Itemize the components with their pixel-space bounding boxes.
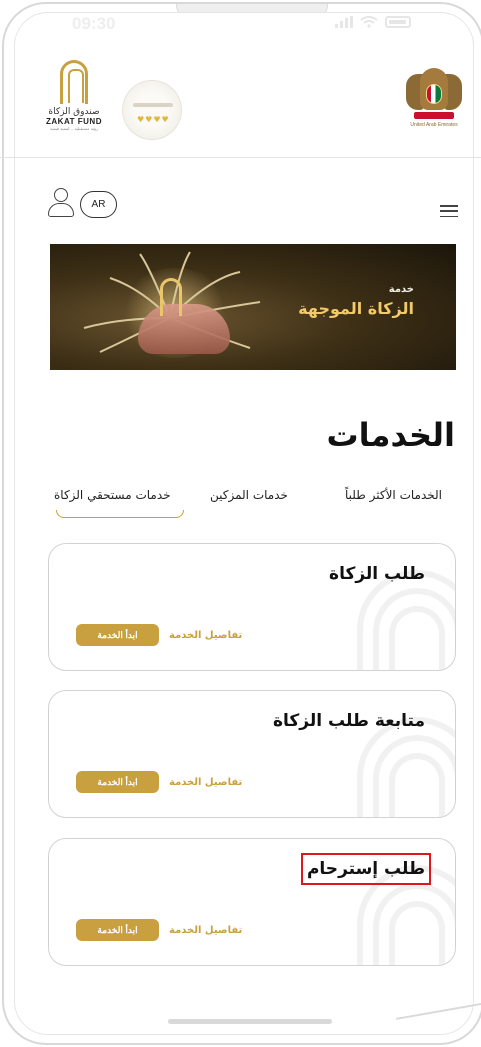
zakat-arch-icon — [60, 60, 88, 104]
banner-title: الزكاة الموجهة — [298, 299, 414, 318]
seal-hearts-icon: ♥♥♥♥ — [137, 115, 170, 124]
battery-icon — [385, 16, 411, 28]
start-service-button[interactable]: ابدأ الخدمة — [76, 624, 159, 646]
service-tabs: الخدمات الأكثر طلباً خدمات المزكين خدمات… — [40, 484, 460, 524]
uae-emblem-logo[interactable]: United Arab Emirates — [402, 60, 466, 144]
service-card-appeal-request[interactable]: طلب إسترحام تفاصيل الخدمة ابدأ الخدمة — [48, 838, 456, 966]
tab-payers-services[interactable]: خدمات المزكين — [210, 488, 288, 502]
start-service-button[interactable]: ابدأ الخدمة — [76, 771, 159, 793]
promo-banner[interactable]: خدمة الزكاة الموجهة — [50, 244, 456, 370]
language-toggle-button[interactable]: AR — [80, 191, 117, 218]
zakat-fund-logo[interactable]: صندوق الزكاة ZAKAT FUND رؤية مستقبلية ..… — [44, 60, 104, 138]
menu-icon[interactable] — [440, 205, 458, 217]
home-indicator[interactable] — [168, 1019, 332, 1024]
start-service-button[interactable]: ابدأ الخدمة — [76, 919, 159, 941]
service-details-link[interactable]: تفاصيل الخدمة — [169, 630, 242, 641]
card-title-highlighted: طلب إسترحام — [300, 853, 432, 885]
service-card-zakat-request[interactable]: طلب الزكاة تفاصيل الخدمة ابدأ الخدمة — [48, 543, 456, 671]
service-details-link[interactable]: تفاصيل الخدمة — [169, 925, 242, 936]
certification-seal-logo: ♥♥♥♥ — [122, 80, 182, 140]
zakat-logo-tagline: رؤية مستقبلية .. لتنمية قيمية — [50, 126, 98, 131]
tab-most-requested[interactable]: الخدمات الأكثر طلباً — [345, 488, 442, 502]
page-title: الخدمات — [326, 416, 455, 454]
zakat-logo-name-ar: صندوق الزكاة — [48, 107, 100, 117]
zakat-logo-name-en: ZAKAT FUND — [46, 117, 102, 126]
card-title: متابعة طلب الزكاة — [272, 711, 425, 731]
card-arch-watermark — [357, 717, 455, 817]
header: صندوق الزكاة ZAKAT FUND رؤية مستقبلية ..… — [0, 40, 481, 158]
banner-arch-icon — [160, 278, 182, 316]
tab-beneficiary-services[interactable]: خدمات مستحقي الزكاة — [54, 488, 171, 502]
banner-hands-illustration — [138, 304, 230, 354]
active-tab-indicator — [56, 510, 184, 518]
uae-emblem-caption: United Arab Emirates — [410, 122, 458, 128]
status-icons — [335, 16, 411, 28]
service-card-track-request[interactable]: متابعة طلب الزكاة تفاصيل الخدمة ابدأ الخ… — [48, 690, 456, 818]
banner-kicker: خدمة — [388, 284, 414, 295]
profile-icon[interactable] — [48, 188, 74, 218]
uae-eagle-icon — [406, 60, 462, 122]
service-details-link[interactable]: تفاصيل الخدمة — [169, 777, 242, 788]
signal-icon — [335, 16, 353, 28]
seal-text-line — [133, 103, 173, 107]
status-time: 09:30 — [72, 14, 116, 33]
card-arch-watermark — [357, 570, 455, 670]
card-title: طلب الزكاة — [329, 564, 425, 584]
card-arch-watermark — [357, 865, 455, 965]
wifi-icon — [360, 16, 378, 28]
